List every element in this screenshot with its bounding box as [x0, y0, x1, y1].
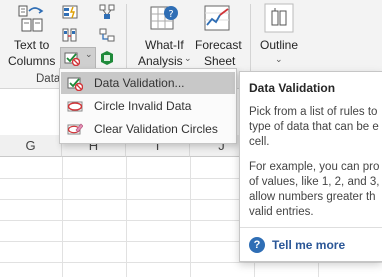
what-if-label-2: Analysis: [138, 54, 183, 68]
chevron-down-icon: ⌄: [275, 54, 283, 64]
tooltip-title: Data Validation: [249, 81, 336, 95]
data-validation-icon: [64, 52, 80, 66]
outline-label: Outline: [260, 38, 299, 52]
tooltip-line: of values, like 1, 2, and 3,: [249, 176, 380, 188]
flash-fill-icon[interactable]: [62, 4, 78, 20]
svg-text:?: ?: [168, 9, 173, 20]
remove-duplicates-icon[interactable]: [62, 27, 78, 43]
tell-me-more-link[interactable]: Tell me more: [272, 238, 345, 252]
tooltip-line: For example, you can pro: [249, 161, 380, 173]
text-to-columns-label-2: Columns: [8, 54, 56, 68]
data-validation-tooltip: Data Validation Pick from a list of rule…: [239, 71, 382, 262]
what-if-label-1: What-If: [145, 38, 184, 52]
tooltip-line: allow numbers greater th: [249, 191, 376, 203]
forecast-label-2: Sheet: [204, 54, 236, 68]
text-to-columns-label-1: Text to: [14, 38, 50, 52]
tooltip-line: Pick from a list of rules to: [249, 106, 378, 118]
tooltip-line: type of data that can be e: [249, 121, 379, 133]
data-tools-group-label: Data: [36, 73, 61, 85]
text-to-columns-icon: [18, 5, 44, 32]
clear-circles-icon: [67, 123, 83, 135]
help-icon[interactable]: ?: [249, 237, 265, 253]
tooltip-line: cell.: [249, 136, 270, 148]
what-if-analysis-icon: ?: [150, 6, 178, 30]
menu-item-circle-invalid-data[interactable]: Circle Invalid Data: [61, 95, 235, 117]
grid-line: [62, 157, 63, 277]
forecast-sheet-icon: [204, 5, 230, 31]
forecast-label-1: Forecast: [195, 38, 242, 52]
menu-item-data-validation[interactable]: Data Validation...: [61, 72, 235, 94]
outline-icon: [264, 3, 294, 33]
menu-item-clear-validation-circles[interactable]: Clear Validation Circles: [61, 118, 235, 140]
chevron-down-icon: ⌄: [85, 49, 93, 59]
circle-invalid-icon: [67, 101, 83, 112]
column-header-g[interactable]: G: [0, 135, 62, 157]
data-validation-menu: Data Validation... Circle Invalid Data C…: [59, 68, 237, 144]
grid-line: [190, 157, 191, 277]
data-validation-button[interactable]: ⌄: [60, 47, 96, 69]
menu-item-label: Clear Validation Circles: [94, 122, 218, 136]
menu-item-label: Circle Invalid Data: [94, 99, 192, 113]
consolidate-icon[interactable]: [99, 4, 115, 20]
manage-data-model-icon[interactable]: [99, 50, 115, 66]
tooltip-divider: [240, 227, 382, 228]
tooltip-line: valid entries.: [249, 206, 314, 218]
grid-line: [126, 157, 127, 277]
chevron-down-icon: ⌄: [184, 53, 192, 63]
data-validation-icon: [67, 77, 83, 91]
grid-line: [0, 262, 382, 263]
menu-item-label: Data Validation...: [94, 76, 185, 90]
relationships-icon[interactable]: [99, 27, 115, 43]
